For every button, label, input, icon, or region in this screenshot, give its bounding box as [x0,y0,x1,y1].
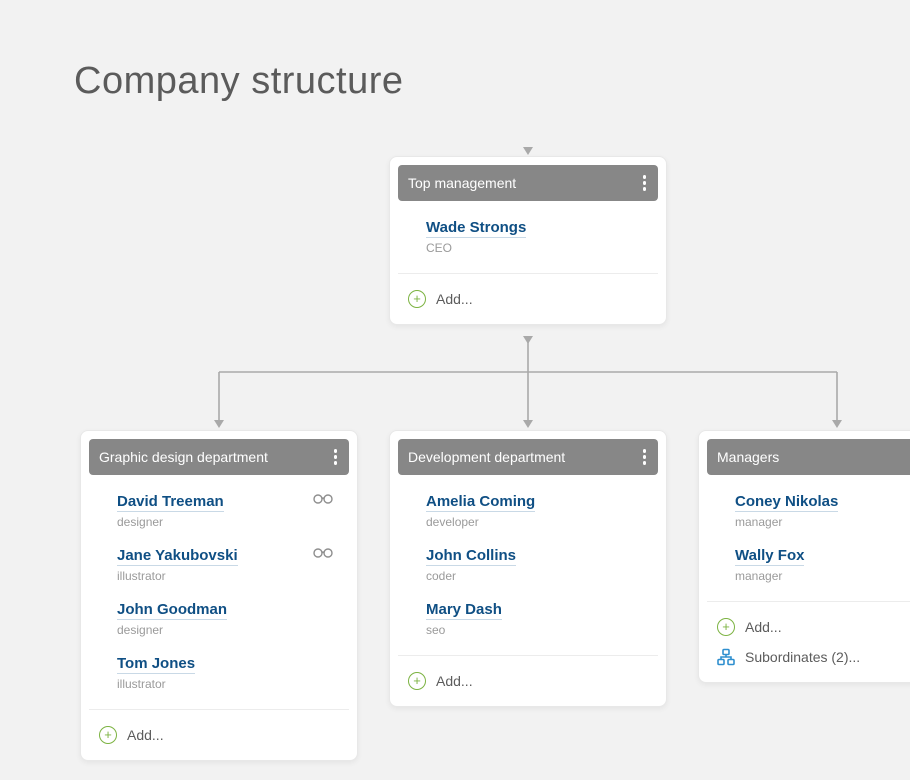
org-node-graphic-design: Graphic design department David Treeman … [80,430,358,761]
card-title: Top management [408,175,516,191]
card-title: Managers [717,449,779,465]
person-role: coder [426,569,648,583]
card-menu-button[interactable] [332,447,340,467]
person-name-link[interactable]: John Goodman [117,601,227,620]
person-role: illustrator [117,677,339,691]
card-menu-button[interactable] [641,173,649,193]
person-list: Wade Strongs CEO [398,201,658,265]
person-list: Amelia Coming developer John Collins cod… [398,475,658,647]
glasses-icon [313,545,333,564]
person-role: developer [426,515,648,529]
plus-icon: + [408,290,426,308]
card-title: Graphic design department [99,449,268,465]
person-row: Tom Jones illustrator [117,647,339,701]
plus-icon: + [717,618,735,636]
card-footer: + Add... [89,709,349,750]
add-label: Add... [127,727,164,743]
card-footer: + Add... [398,273,658,314]
person-row: Wally Fox manager [735,539,910,593]
card-header: Development department [398,439,658,475]
org-node-top-management: Top management Wade Strongs CEO + Add... [389,156,667,325]
person-row: John Collins coder [426,539,648,593]
add-label: Add... [436,673,473,689]
person-row: Amelia Coming developer [426,485,648,539]
person-role: manager [735,569,910,583]
person-name-link[interactable]: Jane Yakubovski [117,547,238,566]
card-menu-button[interactable] [641,447,649,467]
person-row: Mary Dash seo [426,593,648,647]
plus-icon: + [408,672,426,690]
card-header: Graphic design department [89,439,349,475]
person-name-link[interactable]: Wade Strongs [426,219,526,238]
add-button[interactable]: + Add... [408,666,658,696]
org-node-development: Development department Amelia Coming dev… [389,430,667,707]
person-name-link[interactable]: Mary Dash [426,601,502,620]
add-button[interactable]: + Add... [717,612,910,642]
card-title: Development department [408,449,565,465]
add-button[interactable]: + Add... [99,720,349,750]
person-name-link[interactable]: David Treeman [117,493,224,512]
add-label: Add... [436,291,473,307]
person-row: David Treeman designer [117,485,339,539]
card-header: Managers [707,439,910,475]
person-name-link[interactable]: Tom Jones [117,655,195,674]
glasses-icon [313,491,333,510]
person-role: illustrator [117,569,339,583]
add-label: Add... [745,619,782,635]
person-row: Coney Nikolas manager [735,485,910,539]
person-role: designer [117,515,339,529]
person-name-link[interactable]: Amelia Coming [426,493,535,512]
card-footer: + Add... Subordinates (2)... [707,601,910,672]
plus-icon: + [99,726,117,744]
add-button[interactable]: + Add... [408,284,658,314]
org-node-managers: Managers Coney Nikolas manager Wally Fox… [698,430,910,683]
card-footer: + Add... [398,655,658,696]
person-role: manager [735,515,910,529]
person-role: seo [426,623,648,637]
person-name-link[interactable]: John Collins [426,547,516,566]
person-row: Jane Yakubovski illustrator [117,539,339,593]
person-role: designer [117,623,339,637]
card-header: Top management [398,165,658,201]
person-role: CEO [426,241,648,255]
person-name-link[interactable]: Coney Nikolas [735,493,838,512]
page-title: Company structure [74,60,404,103]
person-name-link[interactable]: Wally Fox [735,547,804,566]
person-row: John Goodman designer [117,593,339,647]
subordinates-icon [717,648,735,666]
subordinates-label: Subordinates (2)... [745,649,860,665]
person-list: David Treeman designer Jane Yakubovski i… [89,475,349,701]
person-list: Coney Nikolas manager Wally Fox manager [707,475,910,593]
person-row: Wade Strongs CEO [426,211,648,265]
subordinates-button[interactable]: Subordinates (2)... [717,642,910,672]
